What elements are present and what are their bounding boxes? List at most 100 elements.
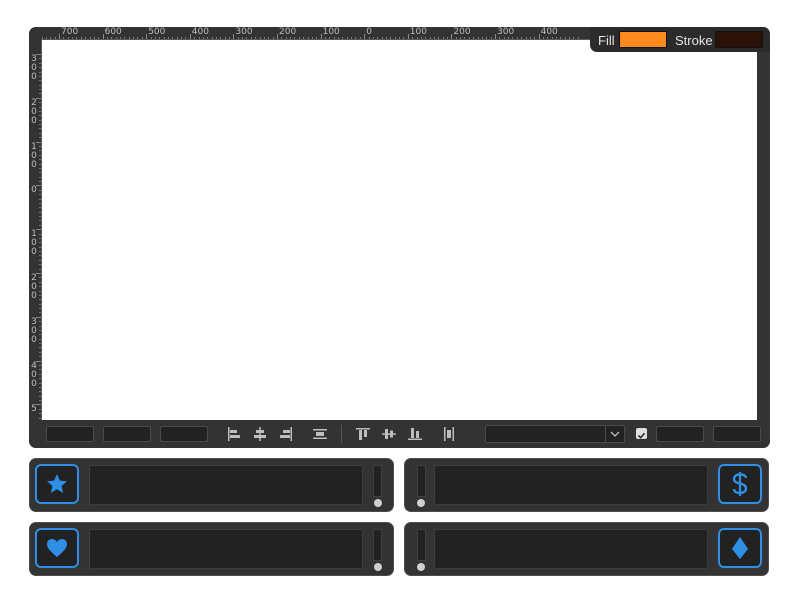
- ruler-minor-tick: [473, 37, 475, 39]
- card-text-area[interactable]: [89, 529, 363, 569]
- height-field[interactable]: [713, 426, 761, 442]
- ruler-minor-tick: [39, 290, 41, 292]
- distribute-h-icon[interactable]: [312, 426, 328, 442]
- ruler-minor-tick: [499, 37, 501, 39]
- card-check-icon[interactable]: [417, 563, 425, 571]
- ruler-minor-tick: [115, 37, 117, 39]
- card-slider[interactable]: [417, 465, 426, 497]
- ruler-minor-tick: [255, 37, 257, 39]
- ruler-major-tick: [495, 34, 496, 39]
- ruler-top-label: 200: [453, 27, 471, 37]
- distribute-v-icon[interactable]: [441, 426, 457, 442]
- ruler-minor-tick: [438, 37, 440, 39]
- ruler-minor-tick: [39, 132, 41, 134]
- align-right-icon[interactable]: [278, 426, 294, 442]
- ruler-minor-tick: [329, 37, 331, 39]
- ruler-minor-tick: [39, 303, 41, 305]
- card-check-icon[interactable]: [417, 499, 425, 507]
- checkmark-icon: [637, 432, 646, 439]
- ruler-minor-tick: [39, 347, 41, 349]
- card-text-area[interactable]: [89, 465, 363, 505]
- ruler-minor-tick: [39, 110, 41, 112]
- ruler-minor-tick: [39, 202, 41, 204]
- y-field[interactable]: [103, 426, 151, 442]
- ruler-minor-tick: [39, 369, 41, 371]
- ruler-major-tick: [102, 34, 104, 39]
- ruler-minor-tick: [185, 37, 187, 39]
- ruler-minor-tick: [39, 150, 41, 152]
- align-left-icon[interactable]: [226, 426, 242, 442]
- editor-panel: 700 600 500 400 300 200 100 0 100 200 300 400 300 20…: [29, 27, 770, 448]
- star-button[interactable]: [35, 464, 79, 504]
- chevron-down-icon[interactable]: [605, 426, 624, 442]
- ruler-minor-tick: [39, 329, 41, 331]
- ruler-minor-tick: [338, 37, 340, 39]
- diamond-button[interactable]: [718, 528, 762, 568]
- toolbar-checkbox[interactable]: [636, 428, 647, 439]
- ruler-minor-tick: [39, 224, 41, 226]
- ruler-minor-tick: [98, 37, 100, 39]
- ruler-minor-tick: [429, 37, 431, 39]
- ruler-minor-tick: [39, 145, 41, 147]
- ruler-minor-tick: [168, 37, 169, 39]
- ruler-minor-tick: [298, 37, 300, 39]
- align-middle-v-icon[interactable]: [381, 426, 397, 442]
- drawing-canvas[interactable]: [42, 40, 757, 420]
- ruler-minor-tick: [39, 391, 41, 393]
- ruler-minor-tick: [39, 159, 41, 161]
- ruler-top-label: 400: [540, 27, 558, 37]
- ruler-minor-tick: [229, 37, 231, 39]
- ruler-minor-tick: [490, 37, 492, 39]
- x-field[interactable]: [46, 426, 94, 442]
- align-bottom-icon[interactable]: [407, 426, 423, 442]
- ruler-minor-tick: [72, 37, 74, 39]
- dollar-button[interactable]: [718, 464, 762, 504]
- ruler-minor-tick: [486, 37, 488, 39]
- font-select[interactable]: [485, 425, 625, 443]
- ruler-minor-tick: [39, 413, 41, 415]
- ruler-top-label: 500: [148, 27, 166, 37]
- ruler-minor-tick: [39, 395, 41, 397]
- ruler-minor-tick: [159, 37, 161, 39]
- size-field[interactable]: [160, 426, 208, 442]
- ruler-minor-tick: [294, 37, 296, 39]
- ruler-minor-tick: [50, 37, 52, 39]
- ruler-minor-tick: [442, 37, 444, 39]
- heart-button[interactable]: [35, 528, 79, 568]
- align-top-icon[interactable]: [355, 426, 371, 442]
- ruler-minor-tick: [39, 181, 41, 183]
- card-slider[interactable]: [373, 529, 382, 561]
- card-slider[interactable]: [417, 529, 426, 561]
- ruler-minor-tick: [39, 128, 41, 130]
- ruler-minor-tick: [573, 37, 575, 39]
- align-center-h-icon[interactable]: [252, 426, 268, 442]
- ruler-top-label: 0: [366, 27, 372, 37]
- ruler-minor-tick: [285, 37, 287, 39]
- stroke-swatch[interactable]: [715, 31, 763, 48]
- card-slider[interactable]: [373, 465, 382, 497]
- vertical-ruler[interactable]: 300 200 100 0 100 200 300 400 5: [29, 39, 42, 420]
- ruler-left-label: 200: [31, 273, 37, 301]
- ruler-minor-tick: [39, 189, 41, 191]
- card-text-area[interactable]: [434, 529, 708, 569]
- ruler-minor-tick: [39, 237, 41, 239]
- ruler-minor-tick: [39, 417, 41, 419]
- ruler-minor-tick: [39, 356, 41, 358]
- ruler-minor-tick: [111, 37, 113, 39]
- card-star: [29, 458, 394, 512]
- ruler-major-tick: [146, 34, 148, 39]
- ruler-minor-tick: [39, 89, 41, 91]
- ruler-minor-tick: [39, 106, 41, 108]
- card-heart: [29, 522, 394, 576]
- card-check-icon[interactable]: [374, 499, 382, 507]
- card-text-area[interactable]: [434, 465, 708, 505]
- fill-swatch[interactable]: [619, 31, 667, 48]
- width-field[interactable]: [656, 426, 704, 442]
- ruler-minor-tick: [39, 137, 41, 139]
- ruler-minor-tick: [124, 37, 126, 39]
- ruler-minor-tick: [542, 37, 544, 39]
- ruler-minor-tick: [137, 37, 139, 39]
- toolbar-separator: [341, 425, 342, 443]
- card-check-icon[interactable]: [374, 563, 382, 571]
- ruler-minor-tick: [311, 37, 313, 39]
